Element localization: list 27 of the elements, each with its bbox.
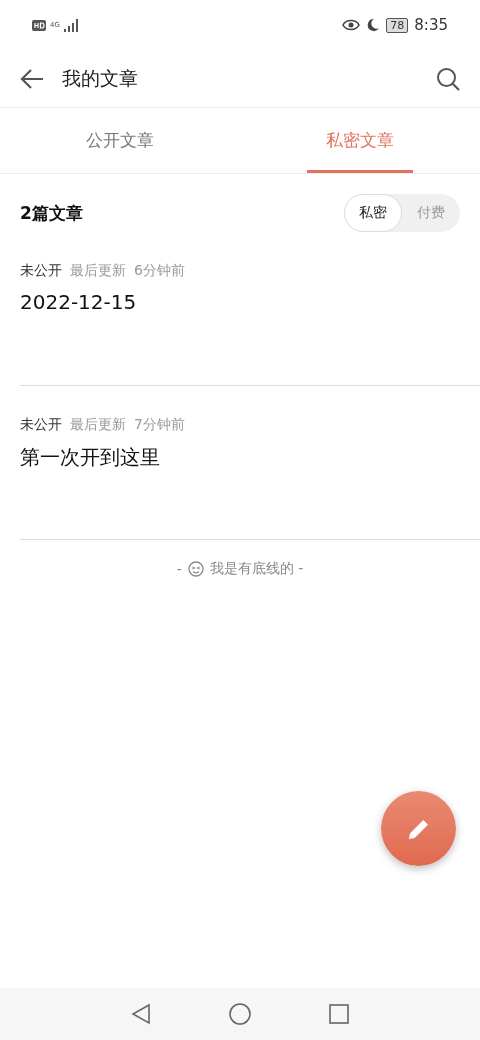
back-button[interactable] bbox=[20, 67, 44, 90]
updated-time: 6分钟前 bbox=[134, 262, 185, 280]
signal-icon bbox=[63, 18, 78, 32]
search-button[interactable] bbox=[436, 66, 460, 91]
updated-time: 7分钟前 bbox=[134, 416, 185, 434]
smiley-icon bbox=[187, 561, 204, 577]
footer-dash: - bbox=[176, 561, 182, 577]
filter-option[interactable]: 私密 bbox=[344, 194, 402, 232]
clock: 8:35 bbox=[414, 16, 448, 34]
tab[interactable]: 公开文章 bbox=[0, 108, 240, 173]
battery-level: 78 bbox=[386, 17, 409, 33]
end-of-list-text: 我是有底线的 - bbox=[209, 560, 304, 578]
compose-button[interactable] bbox=[381, 791, 456, 866]
page-title: 我的文章 bbox=[62, 65, 139, 91]
eye-icon bbox=[342, 19, 361, 31]
article-count: 2篇文章 bbox=[20, 201, 83, 225]
updated-label: 最后更新 bbox=[70, 262, 126, 280]
article-title[interactable]: 第一次开到这里 bbox=[20, 444, 480, 471]
hd-icon bbox=[32, 19, 46, 31]
visibility-status: 未公开 bbox=[20, 416, 62, 434]
moon-icon bbox=[366, 18, 381, 32]
recents-nav-button[interactable] bbox=[329, 1004, 349, 1024]
back-nav-button[interactable] bbox=[131, 1003, 151, 1025]
article-title[interactable]: 2022-12-15 bbox=[20, 290, 480, 314]
visibility-status: 未公开 bbox=[20, 262, 62, 280]
home-nav-button[interactable] bbox=[229, 1003, 251, 1025]
updated-label: 最后更新 bbox=[70, 416, 126, 434]
